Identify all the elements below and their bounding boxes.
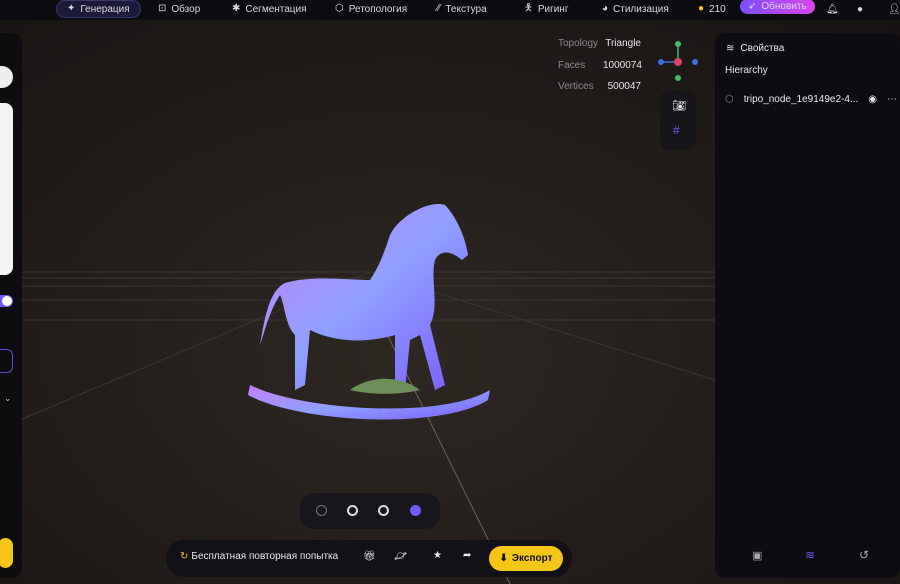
nav-segmentation[interactable]: ✱ Сегментация (232, 0, 307, 18)
star-icon[interactable]: ★ (433, 550, 442, 561)
grid-icon[interactable]: # (673, 123, 680, 137)
history-icon[interactable]: ↺ (859, 548, 869, 562)
mesh-stats: Topology Triangle Faces 1000074 Vertices 50… (558, 38, 642, 93)
nav-generation[interactable]: ✦ Генерация (56, 0, 141, 18)
chevron-down-icon[interactable]: ⌄ (4, 393, 12, 404)
top-nav: ✦ Генерация ⊡ Обзор ✱ Сегментация ⬡ Ретополо… (0, 0, 900, 20)
more-icon[interactable]: ⋯ (887, 94, 897, 105)
cube-icon: ⬡ (725, 94, 734, 105)
palette-icon: ◕ (602, 3, 609, 14)
layers-icon: ≋ (726, 43, 735, 54)
puzzle-icon: ✱ (232, 3, 241, 14)
properties-header: ≋ Свойства (726, 43, 785, 54)
coin-icon: ● (698, 3, 705, 14)
nav-rigging[interactable]: 🯅 Ригинг (524, 0, 568, 18)
view-mode-switcher (300, 493, 440, 529)
eye-icon[interactable]: ◉ (868, 94, 877, 105)
view-mode-normal[interactable] (410, 505, 421, 516)
nav-overview[interactable]: ⊡ Обзор (158, 0, 200, 18)
camera-icon[interactable]: 📷︎ (672, 99, 686, 112)
archive-icon[interactable]: ▣ (752, 549, 762, 562)
bell-icon[interactable]: 🔔︎ (826, 0, 839, 18)
upgrade-button[interactable]: ➶ Обновить (740, 0, 815, 14)
hierarchy-label: Hierarchy (725, 65, 768, 76)
nav-retopology[interactable]: ⬡ Ретопология (335, 0, 407, 18)
texture-icon: ⁄⁄ (437, 3, 441, 14)
nav-stylization[interactable]: ◕ Стилизация (602, 0, 669, 18)
view-mode-wireframe[interactable] (347, 505, 358, 516)
rocking-horse-model[interactable] (240, 195, 500, 425)
mesh-icon: ⬡ (335, 3, 344, 14)
nav-texture[interactable]: ⁄⁄ Текстура (437, 0, 487, 18)
left-panel-button[interactable] (0, 66, 13, 88)
option-box[interactable] (0, 349, 13, 373)
download-icon: ⬇ (499, 553, 508, 564)
viewport-tools: 📷︎ # (660, 90, 696, 150)
hierarchy-node[interactable]: ⬡ tripo_node_1e9149e2-4... ◉ ⋯ (725, 94, 897, 105)
view-mode-clay[interactable] (316, 505, 327, 516)
export-button[interactable]: ⬇ Экспорт (489, 546, 563, 571)
layers-tab-icon[interactable]: ≋ (805, 548, 815, 562)
bottom-toolbar: ↻ Бесплатная повторная попытка 🎁︎ 🪐︎ ★ ➦ … (166, 540, 572, 577)
view-mode-outline[interactable] (378, 505, 389, 516)
retry-icon: ↻ (180, 551, 189, 562)
credits: ● 210 (698, 3, 726, 15)
properties-panel: ≋ Свойства Hierarchy ⬡ tripo_node_1e9149e2… (715, 33, 900, 578)
sparkle-icon: ✦ (67, 3, 76, 14)
chat-icon[interactable]: ● (857, 0, 863, 18)
figure-icon: 🯅 (524, 3, 533, 14)
image-preview[interactable] (0, 103, 13, 275)
gift-icon[interactable]: 🎁︎ (363, 551, 376, 562)
generate-button[interactable] (0, 538, 13, 568)
user-icon[interactable]: 👤︎ (888, 0, 900, 18)
rocket-icon: ➶ (748, 0, 757, 12)
scan-icon: ⊡ (158, 3, 167, 14)
planet-icon[interactable]: 🪐︎ (394, 551, 407, 562)
free-retry-button[interactable]: ↻ Бесплатная повторная попытка (180, 551, 338, 562)
share-icon[interactable]: ➦ (463, 550, 471, 561)
axis-gizmo[interactable] (655, 38, 701, 84)
left-panel: ⌄ (0, 33, 22, 578)
toggle-switch[interactable] (0, 295, 13, 307)
